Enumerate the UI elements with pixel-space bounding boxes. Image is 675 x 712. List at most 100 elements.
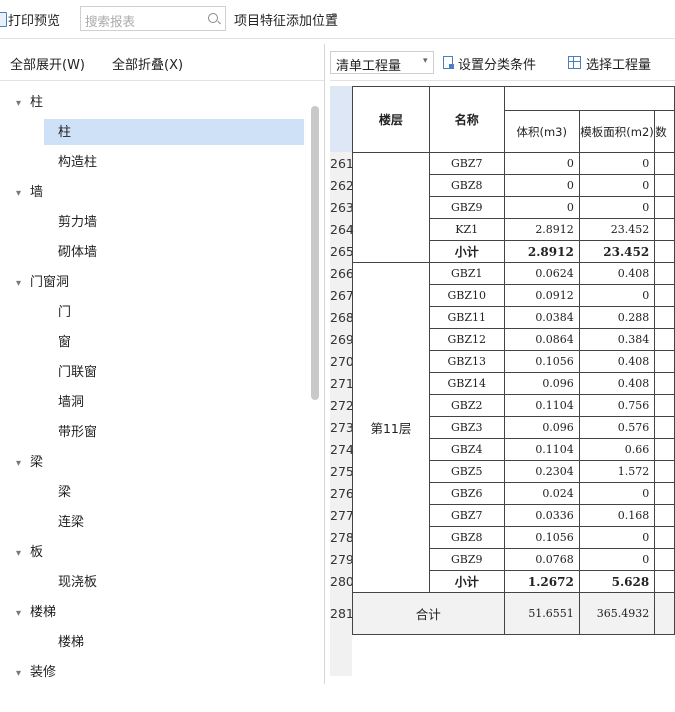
extra-cell <box>654 438 675 461</box>
tree-group[interactable]: ▾ 门窗洞 <box>16 270 69 296</box>
tree-group[interactable]: ▾ 梁 <box>16 450 43 476</box>
chevron-down-icon[interactable]: ▾ <box>16 271 30 297</box>
set-category-button[interactable]: 设置分类条件 <box>458 54 536 73</box>
volume-cell: 0.1056 <box>503 526 580 549</box>
tree-item[interactable]: 门 <box>58 300 71 326</box>
tree-item[interactable]: 带形窗 <box>58 420 97 446</box>
tree-item[interactable]: 连梁 <box>58 510 84 536</box>
extra-header: 数 <box>654 110 675 153</box>
expand-all-button[interactable]: 全部展开(W) <box>10 54 85 73</box>
formwork-header-text: 模板面积(m2) <box>580 124 654 139</box>
row-number: 274 <box>330 442 354 457</box>
formwork-cell: 0.288 <box>578 306 656 329</box>
floor-header: 楼层 <box>352 86 430 153</box>
tree-item[interactable]: 构造柱 <box>58 150 97 176</box>
formwork-cell: 0.756 <box>578 394 656 417</box>
tree-group[interactable]: ▾ 装修 <box>16 660 56 686</box>
report-panel: 清单工程量 ▾ 设置分类条件 选择工程量 261 262 263 264 265 266 2… <box>330 44 675 684</box>
name-cell: GBZ9 <box>428 548 505 571</box>
extra-cell <box>654 416 675 439</box>
volume-cell: 0.1104 <box>503 394 580 417</box>
row-number: 265 <box>330 244 354 259</box>
tree-item[interactable]: 梁 <box>58 480 71 506</box>
search-report-input[interactable]: 搜索报表 <box>80 6 226 31</box>
extra-cell <box>654 174 675 197</box>
row-number: 266 <box>330 266 354 281</box>
print-preview-button[interactable]: 打印预览 <box>8 10 60 29</box>
name-cell: GBZ6 <box>428 482 505 505</box>
name-header: 名称 <box>428 86 505 153</box>
tree-header: 全部展开(W) 全部折叠(X) <box>0 44 324 81</box>
row-number: 279 <box>330 552 354 567</box>
chevron-down-icon[interactable]: ▾ <box>16 601 30 627</box>
tree-group[interactable]: ▾ 板 <box>16 540 43 566</box>
tree-group-label: 楼梯 <box>30 605 57 620</box>
tree-item[interactable]: 砌体墙 <box>58 240 97 266</box>
name-cell: GBZ4 <box>428 438 505 461</box>
tree-group[interactable]: ▾ 楼梯 <box>16 600 56 626</box>
name-cell: GBZ7 <box>428 152 505 175</box>
formwork-cell: 0 <box>578 526 656 549</box>
chevron-down-icon[interactable]: ▾ <box>16 541 30 567</box>
chevron-down-icon[interactable]: ▾ <box>16 91 30 117</box>
quantity-table: 楼层 名称 体积(m3) 模板面积(m2) 数 GBZ7 0 0 GBZ8 0 0 GBZ9… <box>352 86 675 635</box>
extra-cell <box>654 394 675 417</box>
extra-cell <box>654 306 675 329</box>
tree-item[interactable]: 楼梯 <box>58 630 84 656</box>
volume-cell: 0 <box>503 152 580 175</box>
volume-cell: 2.8912 <box>503 240 580 263</box>
name-cell: GBZ12 <box>428 328 505 351</box>
extra-cell <box>654 548 675 571</box>
formwork-cell: 0 <box>578 548 656 571</box>
row-number-header <box>330 86 352 152</box>
tree-scrollbar[interactable] <box>311 106 319 400</box>
tree-item[interactable]: 现浇板 <box>58 570 97 596</box>
chevron-down-icon[interactable]: ▾ <box>16 661 30 687</box>
collapse-all-button[interactable]: 全部折叠(X) <box>112 54 183 73</box>
formwork-cell: 23.452 <box>578 240 656 263</box>
search-icon[interactable] <box>208 13 218 23</box>
formwork-header: 模板面积(m2) <box>578 110 656 153</box>
extra-cell <box>654 372 675 395</box>
name-cell: GBZ2 <box>428 394 505 417</box>
top-toolbar: 打印预览 搜索报表 项目特征添加位置 ▾ <box>0 0 675 39</box>
row-number: 278 <box>330 530 354 545</box>
tree-item[interactable]: 门联窗 <box>58 360 97 386</box>
row-number-column: 261 262 263 264 265 266 267 268 269 270 271 272 273 2… <box>330 86 354 676</box>
table-row[interactable]: GBZ7 0 0 <box>352 152 675 263</box>
formwork-cell: 0.66 <box>578 438 656 461</box>
formwork-cell: 0.168 <box>578 504 656 527</box>
tree-group[interactable]: ▾ 墙 <box>16 180 43 206</box>
tree-item[interactable]: 墙洞 <box>58 390 84 416</box>
group-header <box>503 86 675 111</box>
print-preview-icon[interactable] <box>0 12 7 27</box>
category-settings-icon[interactable] <box>443 56 454 69</box>
project-feature-position-dropdown[interactable]: 项目特征添加位置 <box>234 10 338 29</box>
name-cell: GBZ8 <box>428 174 505 197</box>
select-quantity-icon[interactable] <box>568 56 581 69</box>
volume-cell: 0.0864 <box>503 328 580 351</box>
tree-item[interactable]: 窗 <box>58 330 71 356</box>
volume-cell: 0.2304 <box>503 460 580 483</box>
formwork-cell: 0 <box>578 284 656 307</box>
extra-cell <box>654 526 675 549</box>
row-number: 269 <box>330 332 354 347</box>
tree-item[interactable]: 柱 <box>58 120 71 146</box>
name-cell: 小计 <box>428 570 505 593</box>
total-row[interactable]: 合计 51.6551 365.4932 <box>352 592 675 635</box>
chevron-down-icon[interactable]: ▾ <box>16 181 30 207</box>
row-number: 262 <box>330 178 354 193</box>
tree-group[interactable]: ▾ 柱 <box>16 90 43 116</box>
volume-cell: 1.2672 <box>503 570 580 593</box>
row-number: 276 <box>330 486 354 501</box>
chevron-down-icon[interactable]: ▾ <box>332 11 337 21</box>
extra-cell <box>654 240 675 263</box>
tree-item[interactable]: 剪力墙 <box>58 210 97 236</box>
tree-group-label: 门窗洞 <box>30 275 70 290</box>
quantity-type-dropdown[interactable]: 清单工程量 ▾ <box>330 51 434 74</box>
name-cell: GBZ8 <box>428 526 505 549</box>
formwork-cell: 23.452 <box>578 218 656 241</box>
table-row[interactable]: 第11层 GBZ1 0.0624 0.408 <box>352 262 675 593</box>
chevron-down-icon[interactable]: ▾ <box>16 451 30 477</box>
select-quantity-button[interactable]: 选择工程量 <box>586 54 651 73</box>
